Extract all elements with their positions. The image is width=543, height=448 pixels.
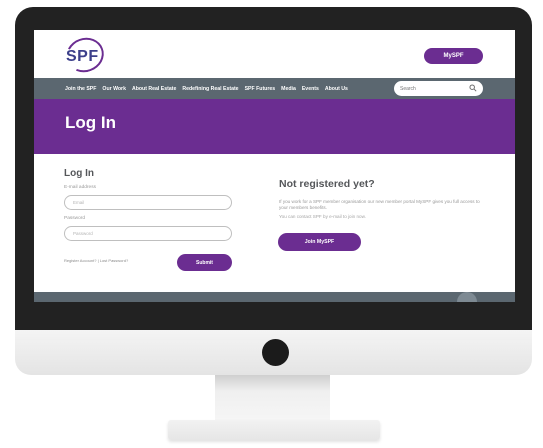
login-heading: Log In <box>64 168 94 179</box>
screen: SPF MySPF Join the SPF Our Work About Re… <box>34 30 515 302</box>
monitor-stand-base <box>168 420 380 440</box>
register-heading: Not registered yet? <box>279 178 375 190</box>
site-footer <box>34 292 515 302</box>
site-header: SPF MySPF <box>34 30 515 78</box>
join-myspf-button[interactable]: Join MySPF <box>278 233 361 251</box>
login-form: Log In E-mail address Email Password Pas… <box>64 168 234 241</box>
myspf-button[interactable]: MySPF <box>424 48 483 64</box>
search-input[interactable] <box>400 85 466 92</box>
main-nav: Join the SPF Our Work About Real Estate … <box>34 78 515 99</box>
account-links[interactable]: Register Account? | Lost Password? <box>64 258 128 263</box>
search-box[interactable] <box>394 81 483 96</box>
nav-item-media[interactable]: Media <box>281 86 296 92</box>
register-note: You can contact SPF by e-mail to join no… <box>279 214 366 219</box>
footer-badge-icon <box>457 292 477 302</box>
nav-item-about-real-estate[interactable]: About Real Estate <box>132 86 176 92</box>
register-panel: Not registered yet? If you work for a SP… <box>279 178 489 219</box>
password-label: Password <box>64 216 86 221</box>
monitor-mockup: SPF MySPF Join the SPF Our Work About Re… <box>0 0 543 448</box>
email-label: E-mail address <box>64 185 96 190</box>
nav-list: Join the SPF Our Work About Real Estate … <box>65 78 354 99</box>
nav-item-redefining-real-estate[interactable]: Redefining Real Estate <box>182 86 238 92</box>
nav-item-our-work[interactable]: Our Work <box>102 86 126 92</box>
nav-item-events[interactable]: Events <box>302 86 319 92</box>
spf-logo[interactable]: SPF <box>61 32 109 78</box>
password-field[interactable]: Password <box>64 226 232 241</box>
monitor-stand-neck <box>215 375 330 421</box>
register-text: If you work for a SPF member organisatio… <box>279 199 480 210</box>
page-title: Log In <box>65 113 116 132</box>
page-hero: Log In <box>34 99 515 154</box>
nav-item-spf-futures[interactable]: SPF Futures <box>245 86 276 92</box>
submit-button[interactable]: Submit <box>177 254 232 271</box>
nav-item-about-us[interactable]: About Us <box>325 86 348 92</box>
nav-item-join[interactable]: Join the SPF <box>65 86 96 92</box>
power-button <box>262 339 289 366</box>
logo-text: SPF <box>66 48 99 65</box>
search-icon[interactable] <box>469 84 477 92</box>
email-field[interactable]: Email <box>64 195 232 210</box>
